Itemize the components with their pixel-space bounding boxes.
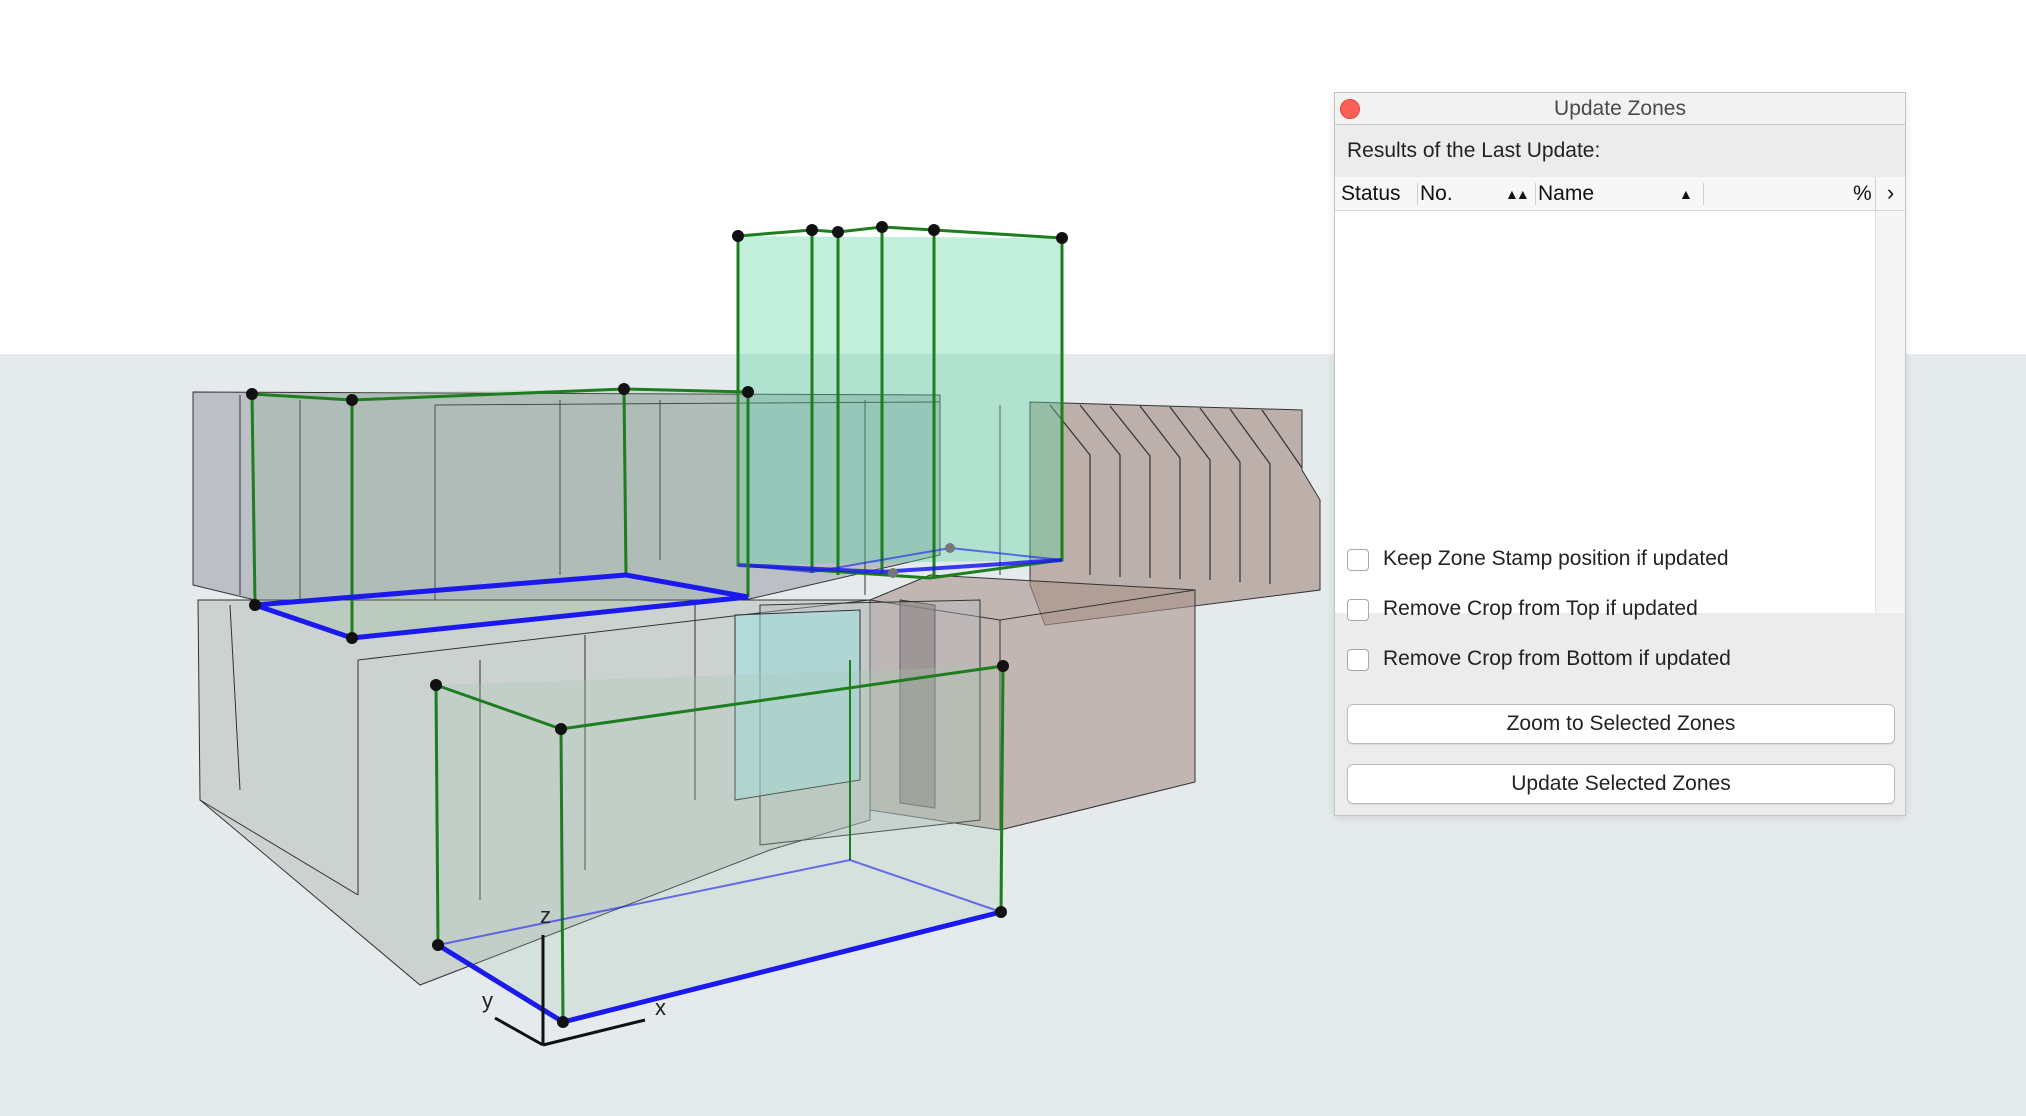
column-name[interactable]: Name (1538, 182, 1594, 206)
chevron-right-icon: › (1886, 180, 1895, 205)
tower-zone (736, 225, 1064, 580)
remove-crop-bottom-checkbox[interactable] (1347, 649, 1369, 671)
column-status[interactable]: Status (1341, 182, 1401, 206)
update-selected-zones-button[interactable]: Update Selected Zones (1347, 764, 1895, 804)
axis-y-label: y (482, 988, 493, 1013)
column-divider[interactable] (1535, 183, 1536, 205)
column-divider[interactable] (1703, 183, 1704, 205)
upper-left-zone (250, 387, 750, 641)
sort-up-icon[interactable]: ▲ (1679, 186, 1693, 202)
results-label: Results of the Last Update: (1347, 139, 1601, 162)
update-zones-palette: Update Zones Results of the Last Update:… (1334, 92, 1906, 816)
keep-zone-stamp-checkbox[interactable] (1347, 549, 1369, 571)
column-percent[interactable]: % (1853, 182, 1872, 206)
zoom-to-selected-zones-button[interactable]: Zoom to Selected Zones (1347, 704, 1895, 744)
table-header: Status No. ▲▲ Name ▲ % (1335, 177, 1875, 211)
sort-double-up-icon[interactable]: ▲▲ (1505, 186, 1530, 202)
remove-crop-top-label[interactable]: Remove Crop from Top if updated (1383, 597, 1698, 621)
scroll-right-button[interactable]: › (1875, 177, 1905, 211)
keep-zone-stamp-label[interactable]: Keep Zone Stamp position if updated (1383, 547, 1729, 571)
column-no[interactable]: No. (1420, 182, 1453, 206)
palette-title: Update Zones (1554, 97, 1686, 120)
column-divider[interactable] (1417, 183, 1418, 205)
palette-titlebar[interactable]: Update Zones (1335, 93, 1905, 125)
axis-z-label: z (540, 903, 551, 928)
remove-crop-bottom-label[interactable]: Remove Crop from Bottom if updated (1383, 647, 1731, 671)
axis-x-label: x (655, 995, 666, 1020)
vertical-scrollbar[interactable] (1875, 211, 1905, 613)
remove-crop-top-checkbox[interactable] (1347, 599, 1369, 621)
